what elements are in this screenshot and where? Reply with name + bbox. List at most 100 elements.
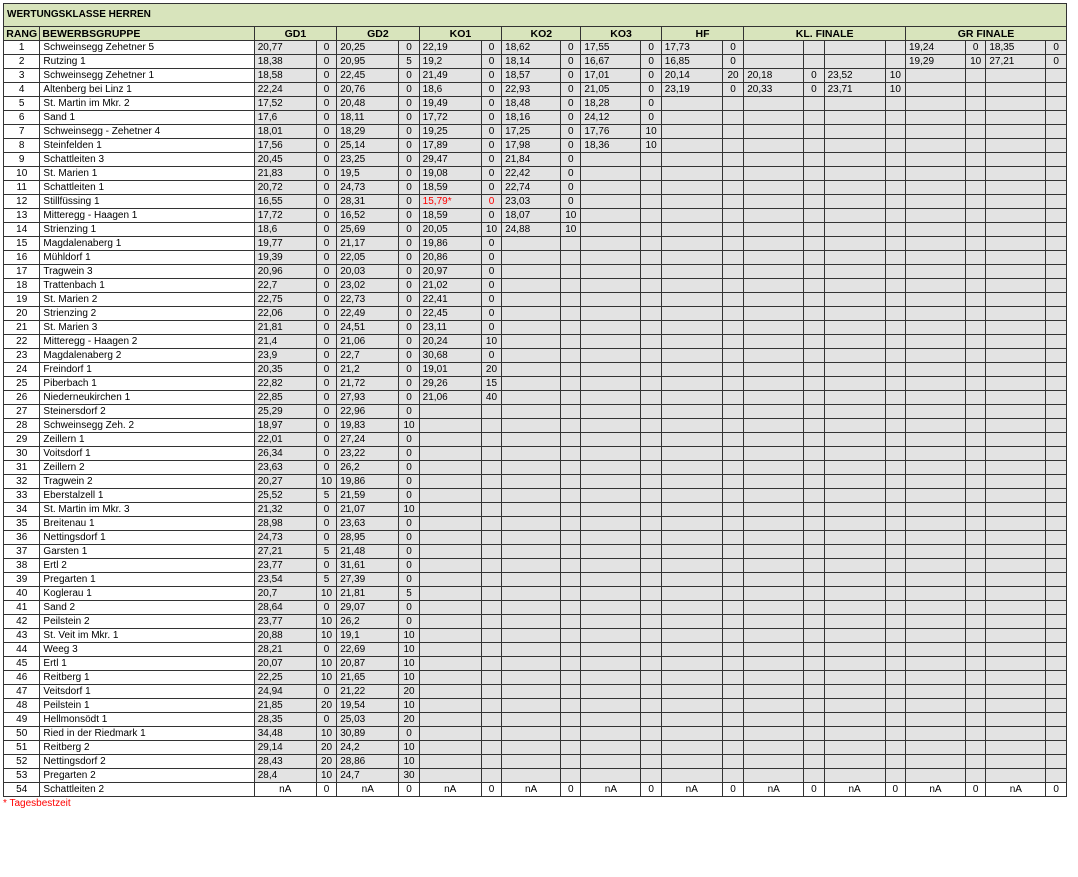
time-cell bbox=[501, 264, 562, 279]
penalty-cell: 0 bbox=[315, 600, 338, 615]
time-cell bbox=[823, 194, 886, 209]
time-cell bbox=[985, 586, 1047, 601]
rang-cell: 27 bbox=[2, 404, 41, 419]
time-cell: nA bbox=[823, 782, 886, 797]
penalty-cell bbox=[560, 362, 582, 377]
time-cell bbox=[905, 152, 966, 167]
table-row: 20 Strienzing 2 22,06 0 22,49 0 22,45 0 bbox=[2, 306, 1067, 321]
penalty-cell: 0 bbox=[315, 292, 338, 307]
time-cell: 20,33 bbox=[743, 82, 805, 97]
time-cell: 20,18 bbox=[743, 68, 805, 83]
time-cell bbox=[580, 404, 642, 419]
penalty-cell bbox=[721, 320, 745, 335]
table-row: 54 Schattleiten 2 nA 0 nA 0 nA 0 nA 0 nA 0 nA 0 nA 0 nA 0… bbox=[2, 782, 1067, 797]
penalty-cell bbox=[480, 768, 503, 783]
penalty-cell bbox=[884, 306, 907, 321]
time-cell bbox=[743, 656, 805, 671]
time-cell bbox=[580, 740, 642, 755]
time-cell bbox=[823, 642, 886, 657]
penalty-cell bbox=[480, 474, 503, 489]
team-name-cell: Hellmonsödt 1 bbox=[39, 712, 255, 727]
penalty-cell bbox=[480, 530, 503, 545]
penalty-cell bbox=[560, 558, 582, 573]
penalty-cell bbox=[721, 110, 745, 125]
penalty-cell bbox=[640, 222, 662, 237]
team-name-cell: Pregarten 1 bbox=[39, 572, 255, 587]
table-row: 9 Schattleiten 3 20,45 0 23,25 0 29,47 0 21,84 0 bbox=[2, 152, 1067, 167]
time-cell bbox=[823, 166, 886, 181]
footnote: * Tagesbestzeit bbox=[3, 798, 71, 809]
time-cell bbox=[660, 236, 723, 251]
penalty-cell: 0 bbox=[398, 110, 420, 125]
penalty-cell bbox=[560, 390, 582, 405]
penalty-cell bbox=[721, 362, 745, 377]
time-cell bbox=[743, 110, 805, 125]
time-cell bbox=[823, 656, 886, 671]
time-cell bbox=[743, 236, 805, 251]
time-cell bbox=[501, 740, 562, 755]
time-cell bbox=[905, 558, 966, 573]
penalty-cell: 20 bbox=[315, 698, 338, 713]
penalty-cell bbox=[964, 166, 987, 181]
time-cell bbox=[660, 628, 723, 643]
penalty-cell bbox=[1045, 586, 1067, 601]
time-cell bbox=[580, 222, 642, 237]
rang-cell: 23 bbox=[2, 348, 41, 363]
time-cell bbox=[418, 516, 482, 531]
time-cell bbox=[905, 110, 966, 125]
penalty-cell bbox=[803, 40, 825, 55]
penalty-cell: 0 bbox=[315, 96, 338, 111]
penalty-cell: 20 bbox=[398, 684, 420, 699]
time-cell: 22,85 bbox=[253, 390, 317, 405]
time-cell bbox=[660, 768, 723, 783]
time-cell: 17,01 bbox=[580, 68, 642, 83]
penalty-cell bbox=[480, 544, 503, 559]
time-cell: 18,48 bbox=[501, 96, 562, 111]
penalty-cell: 10 bbox=[398, 628, 420, 643]
time-cell bbox=[501, 670, 562, 685]
time-cell bbox=[418, 474, 482, 489]
time-cell bbox=[501, 376, 562, 391]
penalty-cell bbox=[1045, 390, 1067, 405]
penalty-cell bbox=[803, 362, 825, 377]
penalty-cell bbox=[964, 390, 987, 405]
time-cell bbox=[660, 306, 723, 321]
time-cell bbox=[660, 474, 723, 489]
time-cell bbox=[501, 726, 562, 741]
time-cell: 21,07 bbox=[336, 502, 400, 517]
penalty-cell: 0 bbox=[398, 390, 420, 405]
penalty-cell: 0 bbox=[480, 208, 503, 223]
time-cell bbox=[905, 642, 966, 657]
penalty-cell bbox=[803, 278, 825, 293]
time-cell bbox=[743, 40, 805, 55]
penalty-cell: 10 bbox=[640, 124, 662, 139]
time-cell bbox=[905, 180, 966, 195]
table-row: 25 Piberbach 1 22,82 0 21,72 0 29,26 15 bbox=[2, 376, 1067, 391]
time-cell bbox=[660, 572, 723, 587]
penalty-cell bbox=[803, 684, 825, 699]
time-cell: 28,21 bbox=[253, 642, 317, 657]
time-cell bbox=[418, 670, 482, 685]
penalty-cell bbox=[1045, 684, 1067, 699]
time-cell bbox=[418, 572, 482, 587]
table-row: 22 Mitteregg - Haagen 2 21,4 0 21,06 0 20,24 10 bbox=[2, 334, 1067, 349]
time-cell: 26,2 bbox=[336, 460, 400, 475]
time-cell bbox=[823, 600, 886, 615]
team-name-cell: Mitteregg - Haagen 1 bbox=[39, 208, 255, 223]
time-cell: 18,59 bbox=[418, 180, 482, 195]
time-cell bbox=[660, 138, 723, 153]
penalty-cell bbox=[1045, 740, 1067, 755]
team-name-cell: Schattleiten 2 bbox=[39, 782, 255, 797]
team-name-cell: Reitberg 1 bbox=[39, 670, 255, 685]
penalty-cell bbox=[480, 572, 503, 587]
time-cell bbox=[985, 600, 1047, 615]
team-name-cell: Weeg 3 bbox=[39, 642, 255, 657]
time-cell bbox=[418, 586, 482, 601]
time-cell bbox=[985, 348, 1047, 363]
time-cell bbox=[660, 516, 723, 531]
time-cell bbox=[985, 404, 1047, 419]
penalty-cell: 0 bbox=[803, 782, 825, 797]
time-cell bbox=[905, 740, 966, 755]
penalty-cell bbox=[803, 698, 825, 713]
penalty-cell: 0 bbox=[315, 194, 338, 209]
